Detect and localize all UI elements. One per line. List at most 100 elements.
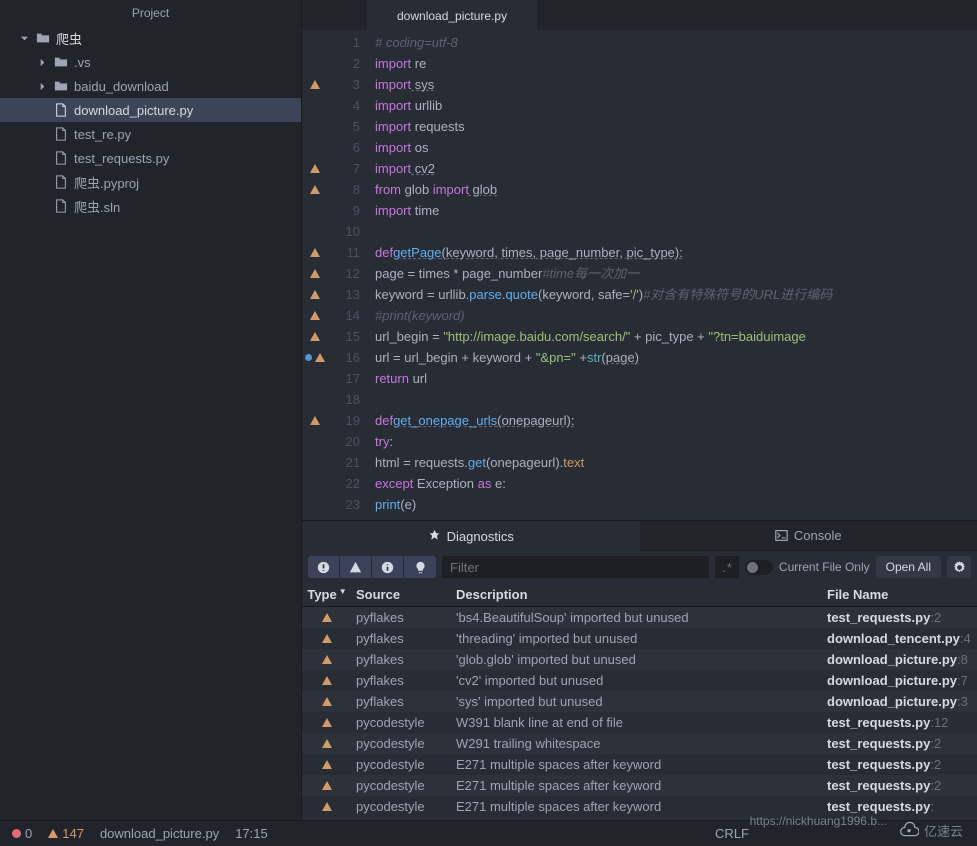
editor-pane: download_picture.py 12345678910111213141… [302, 0, 977, 820]
tree-item[interactable]: 爬虫 [0, 26, 301, 50]
tree-label: baidu_download [74, 79, 169, 94]
filter-errors-button[interactable] [308, 556, 340, 578]
tree-label: 爬虫.sln [74, 197, 120, 216]
table-row[interactable]: pycodestyleE271 multiple spaces after ke… [302, 775, 977, 796]
table-row[interactable]: pyflakes'glob.glob' imported but unusedd… [302, 649, 977, 670]
filter-input[interactable] [442, 556, 709, 578]
table-row[interactable]: pyflakes'bs4.BeautifulSoup' imported but… [302, 607, 977, 628]
tree-item[interactable]: download_picture.py [0, 98, 301, 122]
settings-button[interactable] [947, 556, 971, 578]
table-row[interactable]: pycodestyleW291 trailing whitespacetest_… [302, 733, 977, 754]
header-description[interactable]: Description [452, 587, 817, 602]
table-row[interactable]: pyflakes'sys' imported but unuseddownloa… [302, 691, 977, 712]
folder-icon [53, 79, 68, 94]
console-icon [775, 529, 788, 542]
tree-label: test_requests.py [74, 151, 169, 166]
diagnostics-table: Type▼ Source Description File Name pyfla… [302, 583, 977, 820]
warning-triangle-icon [48, 829, 58, 838]
warning-icon [310, 185, 320, 194]
warning-icon [322, 760, 332, 769]
filter-warnings-button[interactable] [340, 556, 372, 578]
warning-icon [310, 311, 320, 320]
regex-icon[interactable]: .* [715, 556, 739, 578]
warning-icon [315, 353, 325, 362]
table-header: Type▼ Source Description File Name [302, 583, 977, 607]
tree-item[interactable]: test_requests.py [0, 146, 301, 170]
warning-icon [310, 332, 320, 341]
warning-icon [322, 781, 332, 790]
warning-icon [310, 269, 320, 278]
chevron-icon [38, 178, 47, 187]
filter-hint-button[interactable] [404, 556, 436, 578]
warning-icon [310, 80, 320, 89]
status-errors[interactable]: 0 [12, 826, 32, 841]
code-editor[interactable]: 1234567891011121314151617181920212223 # … [302, 30, 977, 520]
table-row[interactable]: pyflakes'threading' imported but unusedd… [302, 628, 977, 649]
header-source[interactable]: Source [352, 587, 452, 602]
file-icon [53, 151, 68, 166]
tree-label: 爬虫 [56, 29, 82, 48]
warning-icon [322, 718, 332, 727]
chevron-icon [20, 34, 29, 43]
current-file-label: Current File Only [779, 560, 870, 574]
editor-tabs: download_picture.py [302, 0, 977, 30]
info-icon [381, 561, 394, 574]
tree-item[interactable]: baidu_download [0, 74, 301, 98]
diagnostics-toolbar: .* Current File Only Open All [302, 551, 977, 583]
file-tree: 爬虫 .vs baidu_download download_picture.pyte… [0, 26, 301, 820]
file-icon [53, 175, 68, 190]
sidebar-title: Project [0, 0, 301, 26]
table-row[interactable]: pyflakes'cv2' imported but unuseddownloa… [302, 670, 977, 691]
file-icon [53, 127, 68, 142]
chevron-icon [38, 202, 47, 211]
warning-icon [310, 416, 320, 425]
chevron-icon [38, 130, 47, 139]
status-lineending[interactable]: CRLF [715, 826, 749, 841]
chevron-icon [38, 106, 47, 115]
tree-label: .vs [74, 55, 91, 70]
status-filename[interactable]: download_picture.py [100, 826, 219, 841]
warning-icon [310, 290, 320, 299]
watermark-brand: 亿速云 [899, 821, 963, 840]
project-sidebar: Project 爬虫 .vs baidu_download download_pict… [0, 0, 302, 820]
tree-item[interactable]: .vs [0, 50, 301, 74]
cloud-icon [899, 821, 919, 840]
warning-icon [322, 634, 332, 643]
warning-icon [322, 613, 332, 622]
folder-icon [53, 55, 68, 70]
warning-icon [322, 739, 332, 748]
diagnostics-icon [428, 530, 441, 543]
modified-icon [305, 354, 312, 361]
tree-item[interactable]: 爬虫.sln [0, 194, 301, 218]
tree-label: test_re.py [74, 127, 131, 142]
file-icon [53, 199, 68, 214]
chevron-icon [38, 154, 47, 163]
header-filename[interactable]: File Name [817, 587, 977, 602]
gear-icon [953, 561, 966, 574]
file-icon [53, 103, 68, 118]
bottom-panels: Diagnostics Console .* Current File Only [302, 520, 977, 820]
open-all-button[interactable]: Open All [876, 556, 941, 578]
status-time: 17:15 [235, 826, 268, 841]
warning-icon [322, 697, 332, 706]
tree-label: 爬虫.pyproj [74, 173, 139, 192]
table-row[interactable]: pycodestyleW391 blank line at end of fil… [302, 712, 977, 733]
warning-icon [310, 248, 320, 257]
chevron-icon [38, 82, 47, 91]
chevron-icon [38, 58, 47, 67]
tree-label: download_picture.py [74, 103, 193, 118]
status-warnings[interactable]: 147 [48, 826, 84, 841]
error-icon [317, 561, 330, 574]
folder-icon [35, 31, 50, 46]
tab-diagnostics[interactable]: Diagnostics [302, 521, 640, 551]
tab-console[interactable]: Console [640, 521, 977, 551]
header-type[interactable]: Type▼ [302, 587, 352, 602]
filter-info-button[interactable] [372, 556, 404, 578]
warning-icon [310, 164, 320, 173]
tree-item[interactable]: test_re.py [0, 122, 301, 146]
tree-item[interactable]: 爬虫.pyproj [0, 170, 301, 194]
error-dot-icon [12, 829, 21, 838]
editor-tab-active[interactable]: download_picture.py [367, 0, 537, 30]
current-file-toggle[interactable] [745, 560, 773, 575]
table-row[interactable]: pycodestyleE271 multiple spaces after ke… [302, 754, 977, 775]
